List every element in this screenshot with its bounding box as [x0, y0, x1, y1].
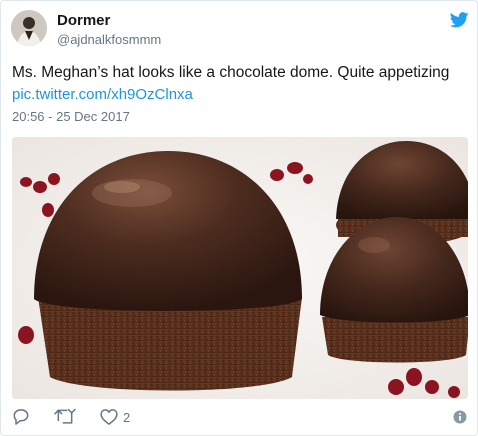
reply-icon [13, 409, 29, 425]
info-button[interactable] [453, 405, 467, 429]
like-button[interactable]: 2 [99, 405, 130, 429]
retweet-icon [54, 408, 76, 424]
reply-button[interactable] [11, 405, 31, 429]
info-icon [453, 410, 467, 424]
tweet-photo[interactable] [12, 137, 468, 399]
like-count: 2 [123, 409, 131, 425]
media-link[interactable]: pic.twitter.com/xh9OzClnxa [12, 85, 193, 105]
heart-icon [100, 409, 118, 425]
tweet-card: Dormer @ajdnalkfosmmm Ms. Meghan’s hat l… [0, 0, 478, 436]
twitter-bird-icon[interactable] [449, 12, 469, 28]
action-bar: 2 [1, 405, 478, 431]
tweet-text: Ms. Meghan’s hat looks like a chocolate … [12, 64, 450, 81]
user-handle[interactable]: @ajdnalkfosmmm [57, 32, 161, 47]
avatar[interactable] [11, 10, 47, 46]
chocolate-dome-image [12, 137, 468, 399]
retweet-button[interactable] [53, 405, 77, 429]
display-name[interactable]: Dormer [57, 12, 110, 29]
timestamp[interactable]: 20:56 - 25 Dec 2017 [12, 109, 130, 124]
